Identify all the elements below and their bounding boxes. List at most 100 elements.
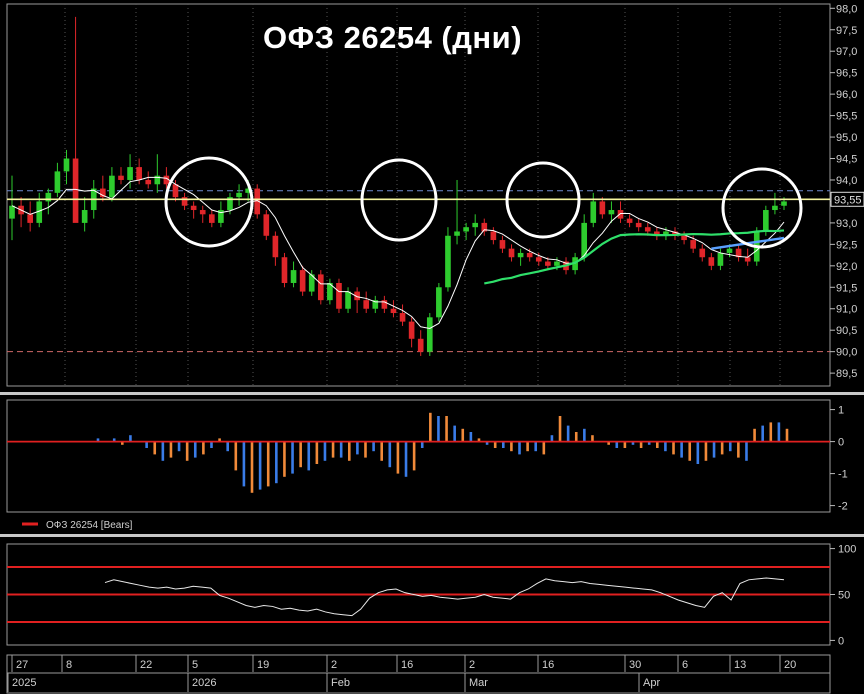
candle-body — [463, 227, 469, 232]
candle-body — [136, 167, 142, 180]
x-day-label: 20 — [784, 659, 796, 671]
candle-body — [208, 214, 215, 223]
chart-title: ОФЗ 26254 (дни) — [263, 20, 523, 55]
candle-body — [118, 175, 124, 180]
y-tick-label: 90,0 — [836, 347, 857, 359]
y-tick-label: 50 — [838, 590, 850, 602]
candle-body — [590, 201, 597, 223]
candle-body — [145, 179, 152, 185]
candle-body — [699, 248, 706, 258]
candle-body — [281, 257, 288, 283]
x-day-label: 22 — [140, 659, 152, 671]
x-day-label: 13 — [734, 659, 746, 671]
rsi-panel: 100 50 0 — [7, 544, 856, 647]
candle-body — [717, 252, 724, 266]
y-tick-label: -2 — [838, 501, 848, 513]
candle-body — [399, 313, 406, 322]
y-tick-label: 89,5 — [836, 368, 857, 380]
x-axis-frame — [6, 654, 831, 694]
candle-body — [199, 210, 206, 215]
candle-body — [54, 171, 61, 193]
x-axis: 27 8 22 5 19 2 16 2 16 30 6 13 20 2025 2026 Feb Mar Apr — [6, 654, 831, 694]
candle-body — [299, 270, 306, 292]
candle-body — [681, 235, 687, 241]
y-tick-label: 96,0 — [836, 89, 857, 101]
x-day-label: 6 — [682, 659, 688, 671]
y-tick-label: 92,0 — [836, 261, 857, 273]
candle-body — [236, 192, 242, 198]
x-day-label: 30 — [629, 659, 641, 671]
price-panel: 98,0 97,5 97,0 96,5 96,0 95,5 95,0 94,5 94,0 93,5… — [7, 3, 864, 386]
y-tick-label: 93,0 — [836, 218, 857, 230]
candle-body — [408, 321, 415, 339]
candle-body — [445, 235, 451, 288]
x-month-label: Feb — [331, 677, 350, 689]
y-tick-label: -1 — [838, 469, 848, 481]
candle-body — [317, 274, 324, 301]
panel-separator — [0, 534, 864, 537]
x-day-label: 16 — [542, 659, 554, 671]
y-tick-label: 0 — [838, 437, 844, 449]
last-price-label: 93,55 — [834, 194, 862, 206]
candle-body — [772, 205, 778, 211]
candle-body — [272, 235, 279, 258]
chart-canvas: 98,0 97,5 97,0 96,5 96,0 95,5 95,0 94,5 94,0 93,5… — [0, 3, 864, 694]
candle-body — [417, 338, 424, 352]
y-tick-label: 100 — [838, 544, 856, 556]
candle-body — [644, 227, 651, 232]
candle-body — [436, 287, 442, 318]
candle-body — [608, 210, 615, 215]
candle-body — [499, 240, 506, 249]
candle-body — [72, 158, 79, 223]
candle-body — [390, 308, 397, 314]
price-frame — [6, 3, 831, 387]
x-day-label: 8 — [66, 659, 72, 671]
x-day-label: 5 — [192, 659, 198, 671]
highlight-circle — [721, 167, 803, 249]
candle-body — [617, 210, 624, 219]
candle-body — [526, 252, 533, 258]
candle-body — [81, 210, 88, 223]
x-month-label: 2025 — [12, 677, 36, 689]
candle-body — [690, 240, 696, 249]
candle-body — [63, 158, 70, 172]
candle-body — [263, 214, 270, 236]
candle-body — [336, 282, 342, 309]
candle-body — [472, 222, 479, 228]
y-tick-label: 95,0 — [836, 132, 857, 144]
candle-body — [27, 214, 33, 223]
rsi-line — [104, 577, 785, 617]
candle-body — [744, 257, 751, 262]
candle-body — [545, 261, 551, 266]
y-tick-label: 94,5 — [836, 154, 857, 166]
candle-body — [517, 252, 524, 258]
candle-body — [726, 248, 733, 253]
y-tick-label: 91,5 — [836, 282, 857, 294]
candle-body — [290, 270, 297, 283]
y-tick-label: 95,5 — [836, 111, 857, 123]
candle-body — [708, 257, 715, 266]
y-tick-label: 90,5 — [836, 325, 857, 337]
candle-body — [626, 218, 633, 223]
y-tick-label: 96,5 — [836, 68, 857, 80]
candle-body — [190, 205, 197, 211]
y-tick-label: 98,0 — [836, 3, 857, 15]
candle-body — [172, 184, 179, 198]
legend-label: ОФЗ 26254 [Bears] — [46, 520, 133, 531]
y-tick-label: 97,0 — [836, 46, 857, 58]
x-month-label: Apr — [643, 677, 660, 689]
x-day-label: 2 — [331, 659, 337, 671]
y-tick-label: 92,5 — [836, 239, 857, 251]
candle-body — [490, 231, 497, 241]
candle-body — [535, 257, 542, 262]
y-tick-label: 94,0 — [836, 175, 857, 187]
y-tick-label: 0 — [838, 635, 844, 647]
x-day-label: 16 — [401, 659, 413, 671]
y-tick-label: 97,5 — [836, 25, 857, 37]
x-day-label: 27 — [16, 659, 28, 671]
candle-body — [454, 231, 460, 236]
candle-body — [363, 300, 370, 309]
candle-body — [45, 192, 52, 202]
y-tick-label: 91,0 — [836, 304, 857, 316]
candle-body — [426, 317, 433, 352]
